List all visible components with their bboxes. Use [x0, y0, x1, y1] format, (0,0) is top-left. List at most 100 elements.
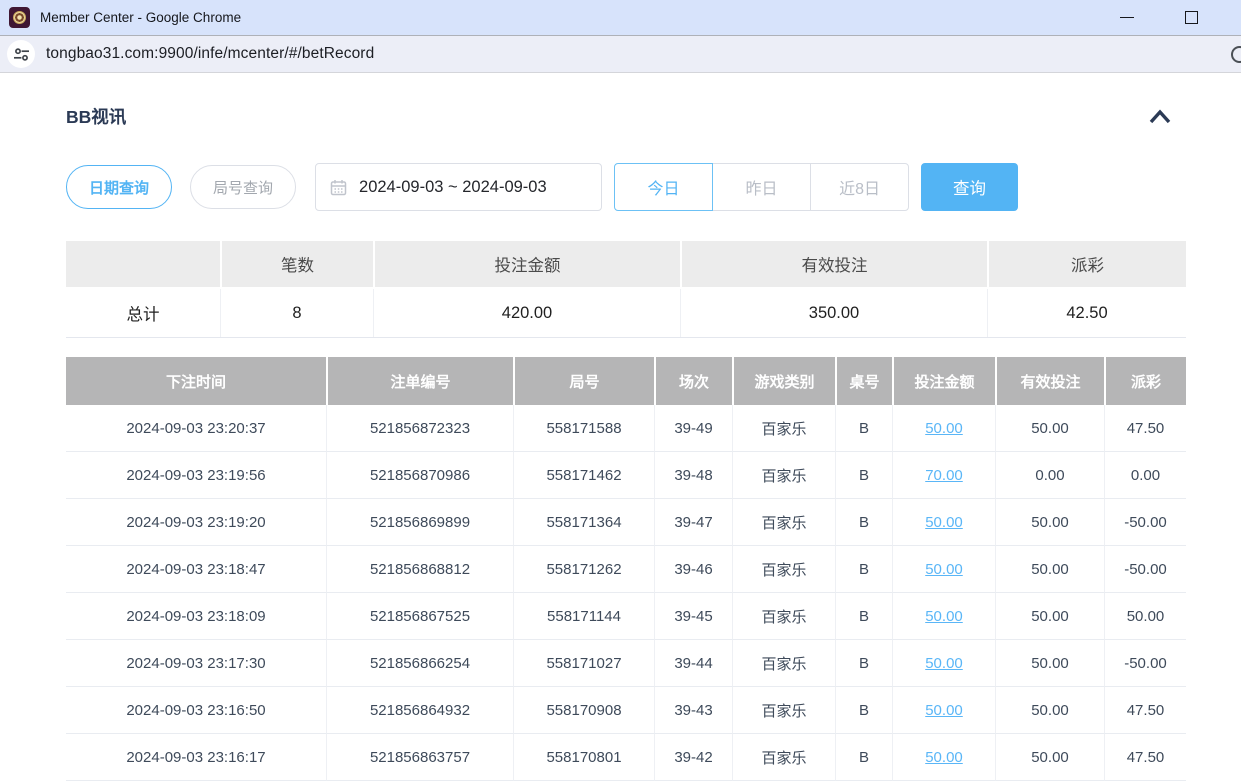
bet-id-cell: 521856867525 [326, 593, 513, 640]
collapse-panel-button[interactable] [1148, 108, 1186, 125]
session-cell: 39-48 [654, 452, 732, 499]
bet-id-cell: 521856872323 [326, 405, 513, 452]
col-header-bet-amount: 投注金额 [892, 357, 995, 405]
summary-bet-amount-value: 420.00 [373, 289, 680, 337]
bet-time-cell: 2024-09-03 23:19:20 [66, 499, 326, 546]
col-header-game-type: 游戏类别 [732, 357, 835, 405]
round-cell: 558171588 [513, 405, 654, 452]
bet-id-cell: 521856868812 [326, 546, 513, 593]
bet-amount-link[interactable]: 50.00 [925, 608, 963, 625]
summary-header-empty [66, 241, 220, 289]
summary-valid-bet-value: 350.00 [680, 289, 987, 337]
payout-cell: -50.00 [1104, 640, 1186, 687]
round-cell: 558171262 [513, 546, 654, 593]
col-header-round: 局号 [513, 357, 654, 405]
bet-amount-link[interactable]: 70.00 [925, 467, 963, 484]
table-row: 2024-09-03 23:17:30 521856866254 5581710… [66, 640, 1186, 687]
table-row: 2024-09-03 23:16:50 521856864932 5581709… [66, 687, 1186, 734]
today-button[interactable]: 今日 [614, 163, 713, 211]
round-cell: 558170801 [513, 734, 654, 781]
valid-bet-cell: 50.00 [995, 546, 1104, 593]
filter-toolbar: 日期查询 局号查询 [66, 163, 1186, 211]
quick-range-group: 今日 昨日 近8日 [614, 163, 909, 211]
table-no-cell: B [835, 640, 892, 687]
col-header-valid-bet: 有效投注 [995, 357, 1104, 405]
table-no-cell: B [835, 405, 892, 452]
bet-time-cell: 2024-09-03 23:17:30 [66, 640, 326, 687]
chevron-up-icon [1148, 108, 1172, 125]
minimize-button[interactable] [1110, 0, 1144, 35]
round-cell: 558171364 [513, 499, 654, 546]
table-row: 2024-09-03 23:19:20 521856869899 5581713… [66, 499, 1186, 546]
session-cell: 39-44 [654, 640, 732, 687]
round-cell: 558170908 [513, 687, 654, 734]
bet-amount-link[interactable]: 50.00 [925, 655, 963, 672]
yesterday-button[interactable]: 昨日 [712, 163, 811, 211]
valid-bet-cell: 50.00 [995, 640, 1104, 687]
session-cell: 39-47 [654, 499, 732, 546]
window-titlebar: Member Center - Google Chrome [0, 0, 1241, 36]
bet-time-cell: 2024-09-03 23:16:50 [66, 687, 326, 734]
date-range-input[interactable]: 2024-09-03 ~ 2024-09-03 [315, 163, 602, 211]
round-cell: 558171462 [513, 452, 654, 499]
table-row: 2024-09-03 23:18:47 521856868812 5581712… [66, 546, 1186, 593]
game-type-cell: 百家乐 [732, 405, 835, 452]
search-button[interactable]: 查询 [921, 163, 1018, 211]
bet-amount-link[interactable]: 50.00 [925, 561, 963, 578]
summary-table: 笔数 投注金额 有效投注 派彩 总计 8 420.00 350.00 42.50 [66, 241, 1186, 338]
bet-time-cell: 2024-09-03 23:18:47 [66, 546, 326, 593]
col-header-payout: 派彩 [1104, 357, 1186, 405]
browser-action-icon[interactable] [1231, 46, 1241, 63]
table-no-cell: B [835, 499, 892, 546]
valid-bet-cell: 50.00 [995, 687, 1104, 734]
table-row: 2024-09-03 23:20:37 521856872323 5581715… [66, 405, 1186, 452]
browser-window: Member Center - Google Chrome tongbao31.… [0, 0, 1241, 781]
bet-record-table: 下注时间 注单编号 局号 场次 游戏类别 桌号 投注金额 有效投注 派彩 202… [66, 357, 1186, 781]
summary-header-bet-amount: 投注金额 [373, 241, 680, 289]
date-query-tab[interactable]: 日期查询 [66, 165, 172, 209]
bet-id-cell: 521856866254 [326, 640, 513, 687]
bet-amount-link[interactable]: 50.00 [925, 749, 963, 766]
maximize-button[interactable] [1174, 0, 1208, 35]
last-8-days-button[interactable]: 近8日 [810, 163, 909, 211]
table-row: 2024-09-03 23:19:56 521856870986 5581714… [66, 452, 1186, 499]
session-cell: 39-42 [654, 734, 732, 781]
game-type-cell: 百家乐 [732, 687, 835, 734]
valid-bet-cell: 50.00 [995, 405, 1104, 452]
summary-header-valid-bet: 有效投注 [680, 241, 987, 289]
col-header-table-no: 桌号 [835, 357, 892, 405]
game-type-cell: 百家乐 [732, 452, 835, 499]
page-title: BB视讯 [66, 104, 126, 129]
bet-amount-link[interactable]: 50.00 [925, 702, 963, 719]
casino-chip-icon [13, 11, 26, 24]
window-title: Member Center - Google Chrome [40, 10, 241, 25]
session-cell: 39-43 [654, 687, 732, 734]
round-cell: 558171144 [513, 593, 654, 640]
calendar-icon [330, 179, 347, 196]
valid-bet-cell: 50.00 [995, 734, 1104, 781]
table-no-cell: B [835, 593, 892, 640]
minimize-icon [1120, 17, 1134, 18]
session-cell: 39-49 [654, 405, 732, 452]
bet-amount-link[interactable]: 50.00 [925, 420, 963, 437]
table-row: 2024-09-03 23:16:17 521856863757 5581708… [66, 734, 1186, 781]
valid-bet-cell: 50.00 [995, 593, 1104, 640]
bet-time-cell: 2024-09-03 23:20:37 [66, 405, 326, 452]
site-favicon-icon [9, 7, 30, 28]
bet-amount-link[interactable]: 50.00 [925, 514, 963, 531]
summary-total-row: 总计 8 420.00 350.00 42.50 [66, 289, 1186, 337]
table-body: 2024-09-03 23:20:37 521856872323 5581715… [66, 405, 1186, 781]
url-text[interactable]: tongbao31.com:9900/infe/mcenter/#/betRec… [46, 45, 374, 63]
game-type-cell: 百家乐 [732, 640, 835, 687]
maximize-icon [1185, 11, 1198, 24]
panel-header: BB视讯 [66, 104, 1186, 129]
table-header-row: 下注时间 注单编号 局号 场次 游戏类别 桌号 投注金额 有效投注 派彩 [66, 357, 1186, 405]
payout-cell: -50.00 [1104, 546, 1186, 593]
summary-header-row: 笔数 投注金额 有效投注 派彩 [66, 241, 1186, 289]
table-row: 2024-09-03 23:18:09 521856867525 5581711… [66, 593, 1186, 640]
round-query-tab[interactable]: 局号查询 [190, 165, 296, 209]
summary-header-payout: 派彩 [987, 241, 1186, 289]
tune-icon [13, 46, 30, 63]
table-no-cell: B [835, 734, 892, 781]
site-settings-button[interactable] [7, 40, 35, 68]
